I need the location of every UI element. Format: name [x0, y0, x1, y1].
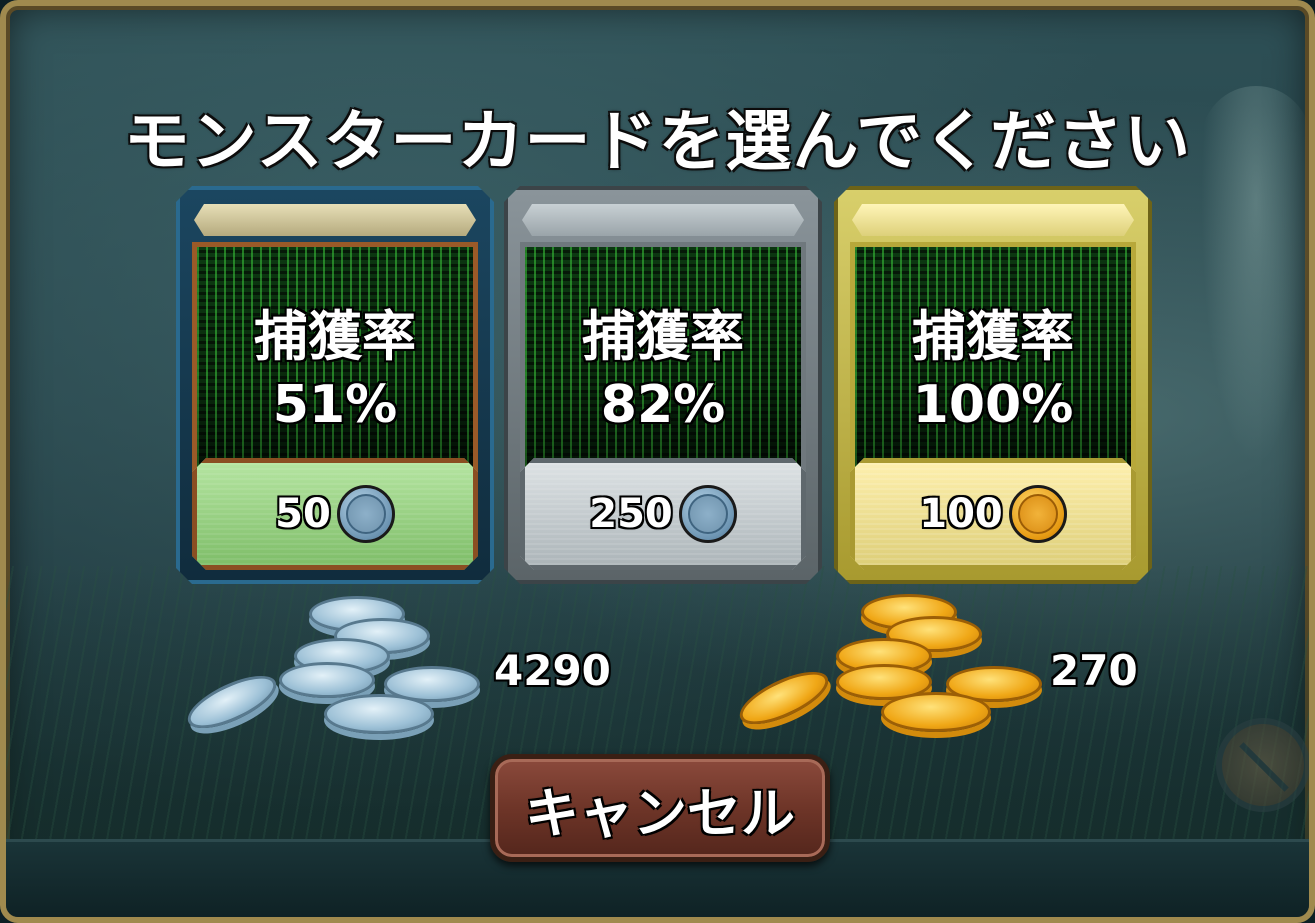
monster-card-bronze[interactable]: 捕獲率 51% 50	[176, 186, 494, 584]
disabled-coin-icon	[1216, 718, 1309, 812]
gold-balance: 270	[1050, 646, 1138, 695]
gold-coin-icon	[1009, 485, 1067, 543]
capture-rate-label: 捕獲率	[582, 305, 744, 368]
card-header-band	[852, 204, 1134, 236]
capture-rate-value: 51%	[272, 375, 398, 435]
card-header-band	[194, 204, 476, 236]
monster-card-dialog: モンスターカードを選んでください 捕獲率 51% 50 捕獲率 82% 250 …	[0, 0, 1315, 923]
silver-coin-icon	[337, 485, 395, 543]
gold-coin-pile-icon	[732, 594, 1046, 744]
cost-amount: 250	[589, 491, 673, 537]
card-cost: 100	[850, 458, 1136, 570]
card-cost: 50	[192, 458, 478, 570]
capture-rate-label: 捕獲率	[912, 305, 1074, 368]
silver-balance: 4290	[494, 646, 611, 695]
cancel-button[interactable]: キャンセル	[490, 754, 830, 862]
silver-coin-icon	[679, 485, 737, 543]
monster-card-gold[interactable]: 捕獲率 100% 100	[834, 186, 1152, 584]
cost-amount: 50	[275, 491, 331, 537]
capture-rate-value: 100%	[912, 375, 1074, 435]
dialog-title: モンスターカードを選んでください	[123, 103, 1192, 180]
monster-card-silver[interactable]: 捕獲率 82% 250	[504, 186, 822, 584]
capture-rate-value: 82%	[600, 375, 726, 435]
card-cost: 250	[520, 458, 806, 570]
cost-amount: 100	[919, 491, 1003, 537]
capture-rate-label: 捕獲率	[254, 305, 416, 368]
card-header-band	[522, 204, 804, 236]
silver-coin-pile-icon	[180, 596, 484, 746]
